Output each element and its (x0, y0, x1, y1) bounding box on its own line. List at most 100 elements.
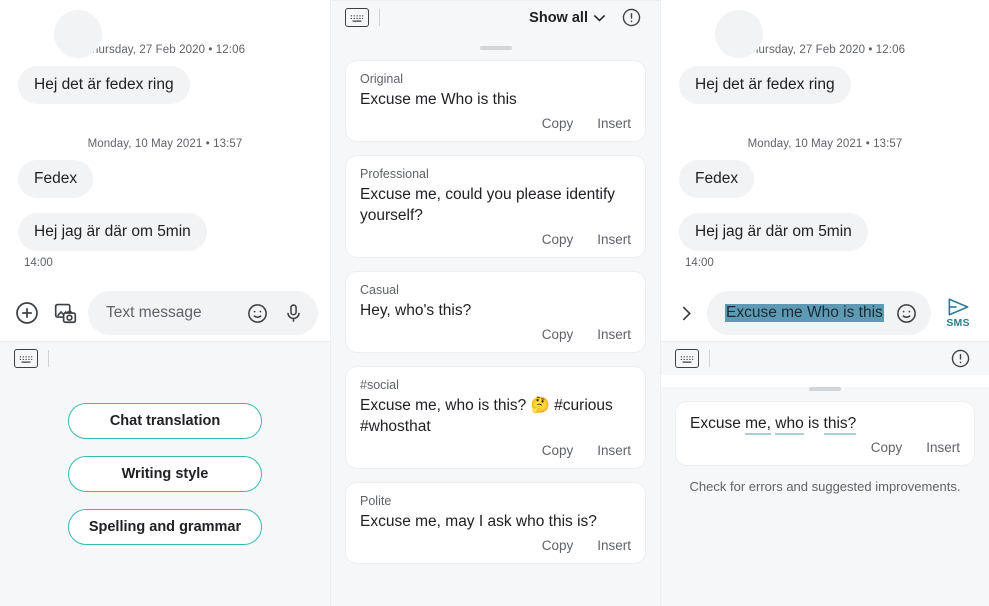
suggestion-card-polite[interactable]: Polite Excuse me, may I ask who this is?… (345, 482, 646, 564)
suggestion-panel-left: Chat translation Writing style Spelling … (0, 341, 330, 606)
copy-button[interactable]: Copy (542, 327, 574, 342)
message-row-2: Fedex (18, 160, 312, 198)
sheet-grabber[interactable] (479, 46, 512, 50)
suggestion-card-casual[interactable]: Casual Hey, who's this? Copy Insert (345, 271, 646, 353)
message-bubble-1[interactable]: Hej det är fedex ring (679, 66, 851, 104)
compose-bar-left: Text message (0, 285, 330, 341)
insert-button[interactable]: Insert (597, 443, 631, 458)
keyboard-toolbar-right (661, 341, 989, 375)
text-message-input-left[interactable]: Text message (88, 291, 318, 335)
panel-right: Thursday, 27 Feb 2020 • 12:06 Hej det är… (660, 0, 989, 606)
copy-button[interactable]: Copy (542, 538, 574, 553)
show-all-dropdown[interactable]: Show all (529, 10, 606, 26)
suggestion-card-social[interactable]: #social Excuse me, who is this? 🤔 #curio… (345, 366, 646, 469)
copy-button[interactable]: Copy (871, 440, 903, 455)
message-row-2: Fedex (679, 160, 971, 198)
top-spacer (661, 0, 989, 44)
message-bubble-1[interactable]: Hej det är fedex ring (18, 66, 190, 104)
emoji-icon[interactable] (891, 298, 921, 328)
conversation-right: Thursday, 27 Feb 2020 • 12:06 Hej det är… (661, 10, 989, 269)
send-sms-label: SMS (946, 317, 970, 329)
message-row-1: Hej det är fedex ring (18, 66, 312, 104)
keyboard-icon[interactable] (14, 349, 38, 368)
grammar-sheet: Excuse me, who is this? Copy Insert Chec… (661, 387, 989, 606)
info-circle-icon[interactable] (616, 3, 646, 33)
copy-button[interactable]: Copy (542, 443, 574, 458)
message-bubble-2[interactable]: Fedex (679, 160, 755, 198)
daystamp-2: Monday, 10 May 2021 • 13:57 (87, 138, 243, 150)
keyboard-toolbar-left (0, 341, 330, 375)
copy-button[interactable]: Copy (542, 232, 574, 247)
toolbar-divider (709, 350, 710, 367)
gallery-camera-icon[interactable] (50, 298, 80, 328)
card-actions: Copy Insert (360, 538, 631, 557)
panel-left: Thursday, 27 Feb 2020 • 12:06 Hej det är… (0, 0, 330, 606)
suggestion-card-professional[interactable]: Professional Excuse me, could you please… (345, 155, 646, 258)
text-message-value: Excuse me Who is this (725, 304, 885, 322)
insert-button[interactable]: Insert (926, 440, 960, 455)
suggestion-text: Excuse me, who is this? 🤔 #curious #whos… (360, 397, 613, 435)
screenshot-root: Thursday, 27 Feb 2020 • 12:06 Hej det är… (0, 0, 989, 606)
grammar-hint: Check for errors and suggested improveme… (689, 479, 961, 494)
conversation-left: Thursday, 27 Feb 2020 • 12:06 Hej det är… (0, 10, 330, 269)
insert-button[interactable]: Insert (597, 116, 631, 131)
message-row-3: Hej jag är där om 5min (679, 213, 971, 251)
message-row-3: Hej jag är där om 5min (18, 213, 312, 251)
grammar-part-1: Excuse (690, 415, 746, 432)
chip-chat-translation[interactable]: Chat translation (68, 403, 262, 439)
sheet-grabber[interactable] (809, 387, 841, 391)
info-circle-icon[interactable] (945, 344, 975, 374)
grammar-card[interactable]: Excuse me, who is this? Copy Insert (675, 401, 975, 466)
microphone-icon[interactable] (278, 298, 308, 328)
message-bubble-3[interactable]: Hej jag är där om 5min (18, 213, 207, 251)
assistant-chip-list: Chat translation Writing style Spelling … (0, 375, 330, 545)
top-spacer (0, 0, 330, 44)
panel-middle: Show all Original Excuse me Who is this (330, 0, 660, 606)
chevron-right-icon[interactable] (673, 305, 699, 322)
insert-button[interactable]: Insert (597, 232, 631, 247)
grammar-underlined-2[interactable]: who (775, 415, 804, 435)
grammar-part-3: is (803, 415, 824, 432)
card-actions: Copy Insert (690, 440, 960, 459)
emoji-icon[interactable] (242, 298, 272, 328)
send-sms-button[interactable]: SMS (939, 297, 977, 329)
toolbar-divider (48, 350, 49, 367)
suggestion-tag: Casual (360, 283, 399, 297)
grammar-underlined-1[interactable]: me, (745, 415, 771, 435)
suggestion-text: Excuse me Who is this (360, 91, 517, 108)
keyboard-toolbar-middle: Show all (331, 0, 660, 34)
plus-circle-icon[interactable] (12, 298, 42, 328)
keyboard-icon[interactable] (345, 8, 369, 27)
chip-writing-style[interactable]: Writing style (68, 456, 262, 492)
text-message-input-right[interactable]: Excuse me Who is this (707, 291, 931, 335)
grammar-text: Excuse me, who is this? (690, 413, 960, 435)
message-bubble-3[interactable]: Hej jag är där om 5min (679, 213, 868, 251)
show-all-label: Show all (529, 9, 588, 26)
suggestion-card-original[interactable]: Original Excuse me Who is this Copy Inse… (345, 60, 646, 142)
insert-button[interactable]: Insert (597, 327, 631, 342)
suggestion-tag: Original (360, 72, 404, 86)
compose-bar-right: Excuse me Who is this SMS (661, 285, 989, 341)
message-bubble-2[interactable]: Fedex (18, 160, 94, 198)
copy-button[interactable]: Copy (542, 116, 574, 131)
card-actions: Copy Insert (360, 232, 631, 251)
suggestion-text: Excuse me, could you please identify you… (360, 186, 616, 224)
card-actions: Copy Insert (360, 116, 631, 135)
suggestion-tag: #social (360, 378, 399, 392)
chevron-down-icon (593, 14, 606, 22)
keyboard-icon[interactable] (675, 349, 699, 368)
partial-bubble-top (715, 10, 763, 58)
insert-button[interactable]: Insert (597, 538, 631, 553)
message-time-label: 14:00 (24, 257, 53, 269)
chip-spelling-and-grammar[interactable]: Spelling and grammar (68, 509, 262, 545)
grammar-underlined-3[interactable]: this? (823, 415, 857, 435)
send-sms-icon (946, 297, 971, 317)
toolbar-divider (379, 9, 380, 26)
card-actions: Copy Insert (360, 443, 631, 462)
message-row-1: Hej det är fedex ring (679, 66, 971, 104)
